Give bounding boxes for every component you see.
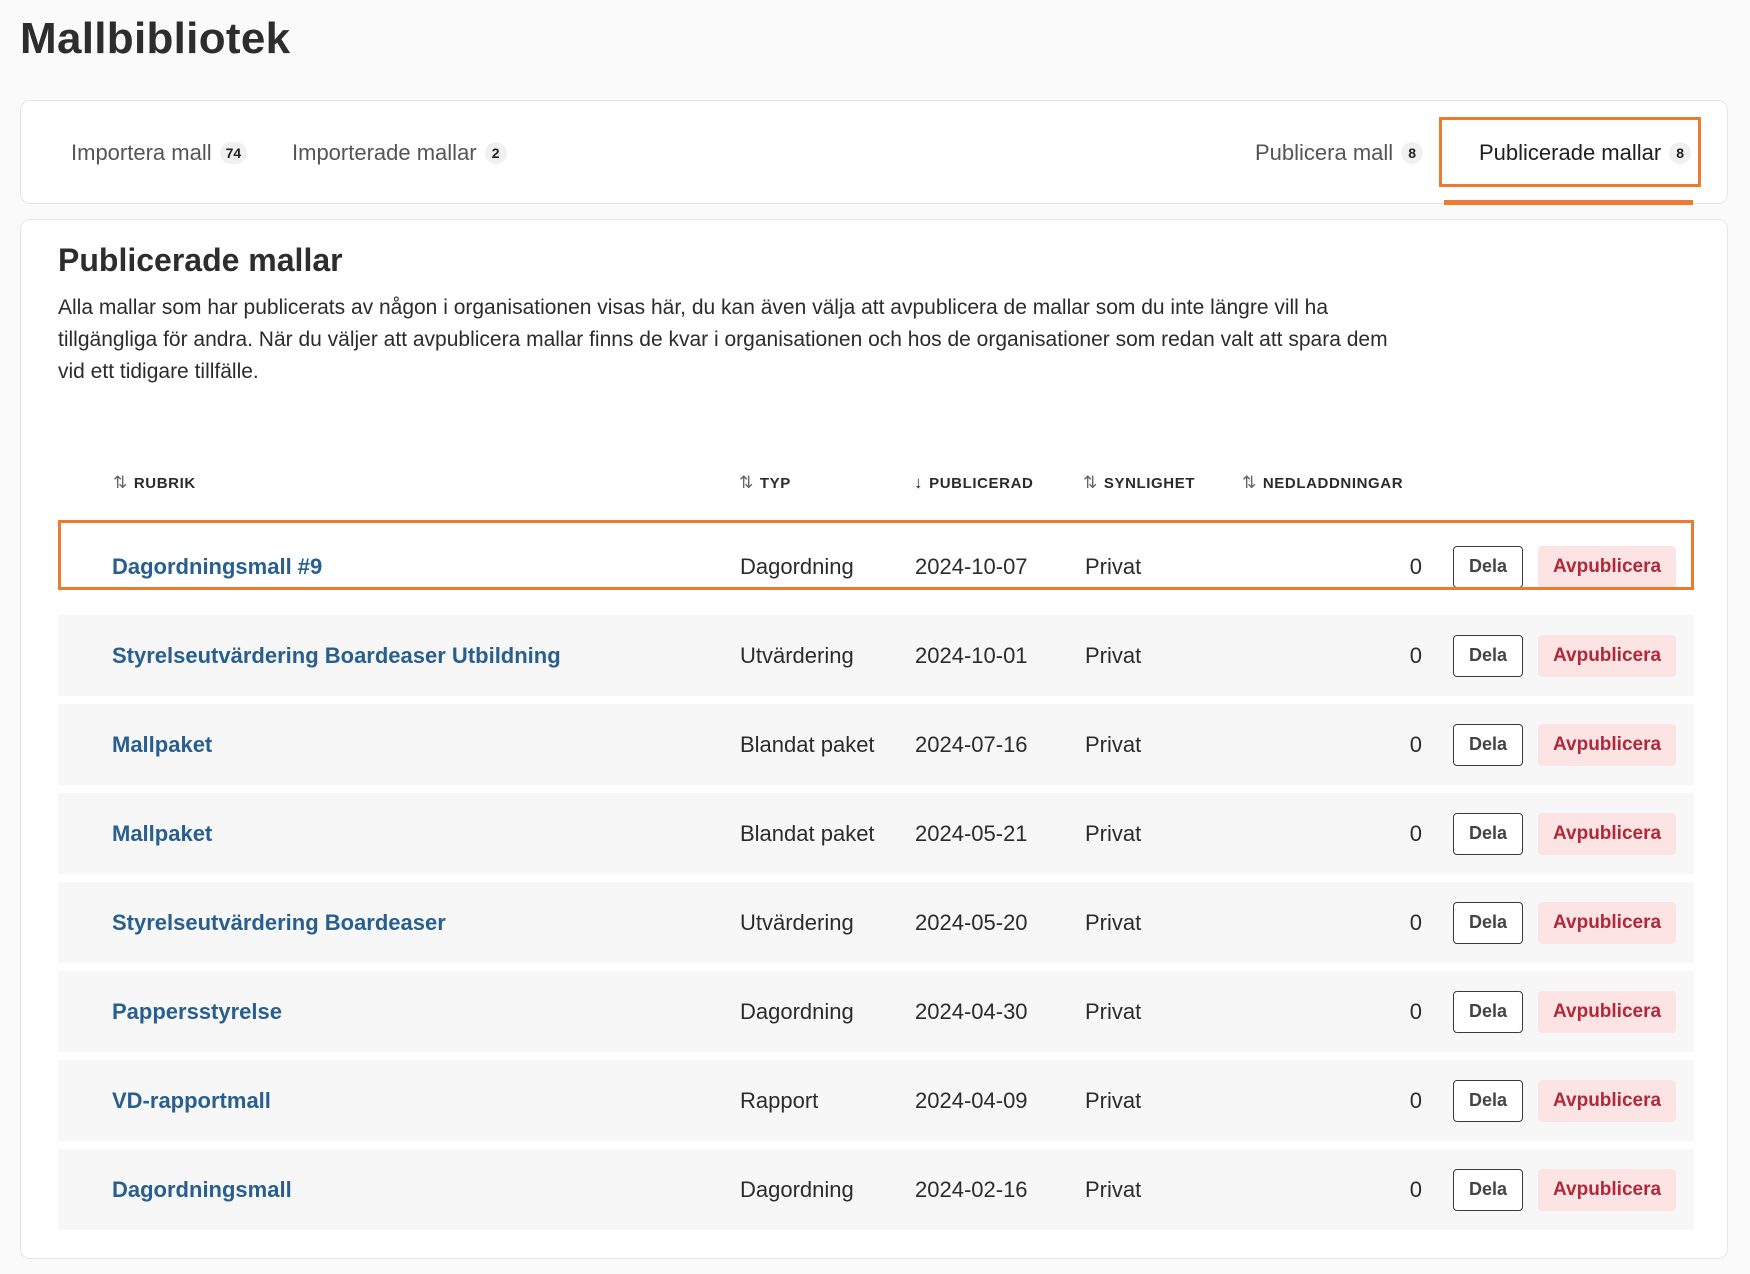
templates-table-body: Dagordningsmall #9 Dagordning 2024-10-07…: [58, 520, 1694, 1238]
published-date: 2024-05-20: [915, 909, 1028, 935]
share-button[interactable]: Dela: [1453, 901, 1524, 944]
template-type: Dagordning: [740, 553, 854, 579]
page-title: Mallbibliotek: [20, 14, 291, 63]
tab-bar: Importera mall 74 Importerade mallar 2 P…: [20, 100, 1728, 204]
tab-label: Publicera mall: [1255, 140, 1394, 165]
template-type: Utvärdering: [740, 642, 854, 668]
tab-label: Publicerade mallar: [1479, 140, 1662, 165]
column-header-typ[interactable]: ⇅ TYP: [739, 473, 791, 493]
sort-both-icon: ⇅: [113, 473, 128, 492]
column-header-publicerad[interactable]: ↓ PUBLICERAD: [914, 473, 1033, 493]
unpublish-button[interactable]: Avpublicera: [1538, 990, 1677, 1033]
visibility: Privat: [1085, 642, 1142, 668]
sort-both-icon: ⇅: [1242, 473, 1257, 492]
column-header-label: PUBLICERAD: [929, 474, 1034, 492]
published-date: 2024-04-09: [915, 1087, 1028, 1113]
template-type: Utvärdering: [740, 909, 854, 935]
tab-label: Importera mall: [71, 140, 212, 165]
tab-publicerade-mallar[interactable]: Publicerade mallar 8: [1459, 101, 1711, 205]
column-header-label: SYNLIGHET: [1103, 474, 1196, 492]
tab-importera-mall[interactable]: Importera mall 74: [71, 101, 248, 205]
template-title-link[interactable]: Pappersstyrelse: [112, 971, 282, 1052]
template-type: Blandat paket: [740, 820, 875, 846]
published-date: 2024-10-01: [915, 642, 1028, 668]
section-title: Publicerade mallar: [58, 242, 343, 278]
published-date: 2024-07-16: [915, 731, 1028, 757]
tab-label: Importerade mallar: [292, 140, 477, 165]
unpublish-button[interactable]: Avpublicera: [1538, 1168, 1677, 1211]
download-count: 0: [1409, 909, 1422, 935]
sort-desc-icon: ↓: [914, 473, 924, 492]
share-button[interactable]: Dela: [1453, 634, 1524, 677]
share-button[interactable]: Dela: [1453, 990, 1524, 1033]
tab-importerade-mallar[interactable]: Importerade mallar 2: [292, 101, 507, 205]
tab-publicera-mall[interactable]: Publicera mall 8: [1255, 101, 1424, 205]
tab-count-badge: 2: [484, 142, 507, 164]
template-type: Rapport: [740, 1087, 819, 1113]
template-title-link[interactable]: Styrelseutvärdering Boardeaser: [112, 882, 446, 963]
template-type: Dagordning: [740, 1176, 854, 1202]
template-title-link[interactable]: Mallpaket: [112, 793, 212, 874]
visibility: Privat: [1085, 820, 1142, 846]
download-count: 0: [1409, 731, 1422, 757]
template-title-link[interactable]: Dagordningsmall: [112, 1149, 292, 1230]
published-date: 2024-10-07: [915, 553, 1028, 579]
download-count: 0: [1409, 642, 1422, 668]
table-row: Dagordningsmall Dagordning 2024-02-16 Pr…: [58, 1149, 1694, 1230]
table-row: VD-rapportmall Rapport 2024-04-09 Privat…: [58, 1060, 1694, 1141]
published-date: 2024-02-16: [915, 1176, 1028, 1202]
share-button[interactable]: Dela: [1453, 723, 1524, 766]
table-row: Pappersstyrelse Dagordning 2024-04-30 Pr…: [58, 971, 1694, 1052]
published-date: 2024-04-30: [915, 998, 1028, 1024]
visibility: Privat: [1085, 731, 1142, 757]
sort-both-icon: ⇅: [739, 473, 754, 492]
published-date: 2024-05-21: [915, 820, 1028, 846]
template-title-link[interactable]: Styrelseutvärdering Boardeaser Utbildnin…: [112, 615, 561, 696]
table-row: Styrelseutvärdering Boardeaser Utvärderi…: [58, 882, 1694, 963]
share-button[interactable]: Dela: [1453, 545, 1524, 588]
template-title-link[interactable]: Mallpaket: [112, 704, 212, 785]
visibility: Privat: [1085, 909, 1142, 935]
column-header-label: RUBRIK: [133, 474, 196, 492]
share-button[interactable]: Dela: [1453, 1168, 1524, 1211]
download-count: 0: [1409, 1176, 1422, 1202]
table-row: Mallpaket Blandat paket 2024-05-21 Priva…: [58, 793, 1694, 874]
download-count: 0: [1409, 1087, 1422, 1113]
column-header-nedladdningar[interactable]: ⇅ NEDLADDNINGAR: [1242, 473, 1403, 493]
visibility: Privat: [1085, 998, 1142, 1024]
sort-both-icon: ⇅: [1083, 473, 1098, 492]
table-row: Mallpaket Blandat paket 2024-07-16 Priva…: [58, 704, 1694, 785]
table-row: Dagordningsmall #9 Dagordning 2024-10-07…: [58, 520, 1694, 607]
unpublish-button[interactable]: Avpublicera: [1538, 812, 1677, 855]
tab-count-badge: 8: [1401, 142, 1424, 164]
column-header-synlighet[interactable]: ⇅ SYNLIGHET: [1083, 473, 1195, 493]
active-tab-underline: [1444, 200, 1693, 205]
column-header-label: TYP: [759, 474, 791, 492]
visibility: Privat: [1085, 1087, 1142, 1113]
download-count: 0: [1409, 820, 1422, 846]
unpublish-button[interactable]: Avpublicera: [1538, 1079, 1677, 1122]
published-templates-panel: Publicerade mallar Alla mallar som har p…: [20, 219, 1728, 1259]
unpublish-button[interactable]: Avpublicera: [1538, 634, 1677, 677]
unpublish-button[interactable]: Avpublicera: [1538, 901, 1677, 944]
visibility: Privat: [1085, 1176, 1142, 1202]
template-title-link[interactable]: Dagordningsmall #9: [112, 526, 322, 607]
share-button[interactable]: Dela: [1453, 812, 1524, 855]
unpublish-button[interactable]: Avpublicera: [1538, 545, 1677, 588]
column-header-label: NEDLADDNINGAR: [1262, 474, 1404, 492]
unpublish-button[interactable]: Avpublicera: [1538, 723, 1677, 766]
table-row: Styrelseutvärdering Boardeaser Utbildnin…: [58, 615, 1694, 696]
visibility: Privat: [1085, 553, 1142, 579]
column-header-rubrik[interactable]: ⇅ RUBRIK: [113, 473, 196, 493]
section-description: Alla mallar som har publicerats av någon…: [58, 296, 1388, 383]
tab-count-badge: 74: [219, 142, 248, 164]
download-count: 0: [1409, 553, 1422, 579]
download-count: 0: [1409, 998, 1422, 1024]
template-type: Blandat paket: [740, 731, 875, 757]
share-button[interactable]: Dela: [1453, 1079, 1524, 1122]
tab-count-badge: 8: [1669, 142, 1692, 164]
template-type: Dagordning: [740, 998, 854, 1024]
template-title-link[interactable]: VD-rapportmall: [112, 1060, 271, 1141]
